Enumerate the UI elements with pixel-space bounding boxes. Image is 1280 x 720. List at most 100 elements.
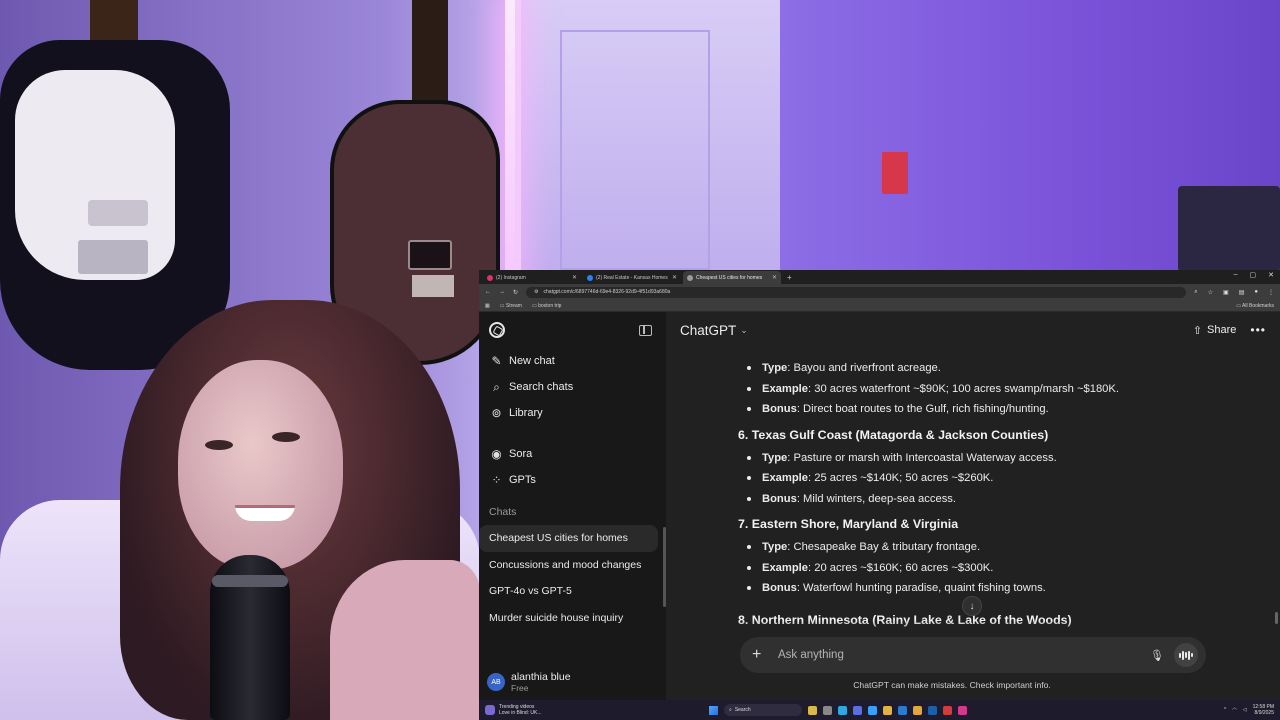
close-icon[interactable]: ✕ (772, 274, 777, 281)
steam-icon[interactable] (928, 705, 937, 715)
sidebar-top (479, 312, 666, 348)
site-info-icon[interactable]: ⚙ (534, 289, 538, 295)
chat-item[interactable]: Cheapest US cities for homes (479, 525, 658, 552)
composer: + 🎙 (740, 637, 1206, 673)
chatgpt-app: ✎ New chat ⌕ Search chats ⊚ Library ◉ So… (479, 312, 1280, 700)
sidebar-item-label: New chat (509, 355, 555, 367)
tab-chatgpt[interactable]: Cheapest US cities for homes ✕ (683, 271, 781, 284)
task-view-icon[interactable] (823, 705, 832, 715)
instagram-icon (487, 274, 493, 281)
bullet-key: Bonus (762, 403, 797, 415)
tab-label: Cheapest US cities for homes (696, 274, 763, 281)
chatgpt-favicon-icon (687, 274, 693, 281)
door-panel (560, 30, 710, 270)
microphone-icon[interactable]: 🎙 (1148, 649, 1166, 662)
obs-icon[interactable] (943, 705, 952, 715)
sidebar-item-library[interactable]: ⊚ Library (479, 400, 666, 426)
url-field[interactable]: ⚙ chatgpt.com/c/6897746d-69e4-8326-92d9-… (526, 286, 1187, 298)
tab-label: (2) Real Estate - Kansas Homes (596, 274, 668, 281)
chat-item[interactable]: GPT-4o vs GPT-5 (479, 578, 658, 605)
sidebar-item-sora[interactable]: ◉ Sora (479, 441, 666, 467)
maximize-icon[interactable]: ▢ (1250, 271, 1257, 279)
extensions-icon[interactable]: ▣ (1223, 289, 1229, 296)
share-icon: ⇧ (1192, 324, 1203, 337)
news-subtitle: Love in Blind: UK... (499, 710, 542, 716)
bullet-text: : Waterfowl hunting paradise, quaint fis… (796, 582, 1046, 594)
reload-icon[interactable]: ↻ (513, 289, 518, 296)
bullet-text: : Mild winters, deep-sea access. (796, 492, 956, 505)
address-bar: ← → ↻ ⚙ chatgpt.com/c/6897746d-69e4-8326… (479, 284, 1280, 300)
close-icon[interactable]: ✕ (572, 274, 577, 281)
model-selector[interactable]: ChatGPT ⌄ (680, 323, 748, 338)
app-icon[interactable] (958, 705, 967, 715)
folder-icon[interactable] (883, 705, 892, 715)
sidepanel-icon[interactable]: ▤ (1239, 289, 1245, 296)
close-icon[interactable]: ✕ (672, 274, 677, 281)
tray-chevron-icon[interactable]: ^ (1224, 707, 1226, 713)
guitar-bridge (78, 240, 148, 274)
sidebar-item-new-chat[interactable]: ✎ New chat (479, 348, 666, 374)
share-button[interactable]: ⇧ Share (1193, 324, 1237, 337)
clock[interactable]: 12:58 PM 8/9/2025 (1253, 704, 1274, 716)
profile-icon[interactable]: ● (1254, 289, 1258, 296)
user-menu[interactable]: AB alanthia blue Free (479, 664, 666, 700)
teams-icon[interactable] (853, 705, 862, 715)
edge-icon[interactable] (838, 705, 847, 715)
disclaimer-text: ChatGPT can make mistakes. Check importa… (853, 680, 1051, 690)
openai-logo-icon[interactable] (489, 322, 505, 338)
windows-start-icon[interactable] (709, 705, 718, 715)
bullet-text: : Direct boat routes to the Gulf, rich f… (796, 403, 1049, 415)
mail-icon[interactable] (898, 705, 907, 715)
header-actions: ⇧ Share ••• (1193, 323, 1266, 337)
chrome-icon[interactable] (913, 705, 922, 715)
chat-item[interactable]: Murder suicide house inquiry (479, 605, 658, 632)
bullet-key: Bonus (762, 492, 797, 505)
file-explorer-icon[interactable] (808, 705, 817, 715)
taskbar-news[interactable]: Trending videos Love in Blind: UK... (479, 704, 709, 716)
back-icon[interactable]: ← (485, 289, 491, 295)
bookmark-star-icon[interactable]: ☆ (1208, 289, 1213, 296)
chat-item[interactable]: Concussions and mood changes (479, 552, 658, 579)
waveform-bar (1182, 650, 1184, 660)
zoom-icon[interactable]: ⌕ (1194, 289, 1197, 296)
store-icon[interactable] (868, 705, 877, 715)
bookmark-stream[interactable]: ▭ Stream (500, 303, 522, 309)
person-shoulder (330, 560, 480, 720)
list-item: Example: 25 acres ~$140K; 50 acres ~$260… (738, 468, 1198, 489)
scroll-down-button[interactable]: ↓ (962, 596, 982, 616)
bookmark-boston-trip[interactable]: ▭ boston trip (532, 303, 561, 309)
minimize-icon[interactable]: – (1234, 271, 1238, 279)
sidebar-item-gpts[interactable]: ⁘ GPTs (479, 467, 666, 493)
wifi-icon[interactable]: ◠ (1232, 707, 1236, 713)
more-options-icon[interactable]: ••• (1250, 323, 1266, 337)
taskbar-search[interactable]: ⌕ Search (724, 704, 802, 716)
close-sidebar-icon[interactable] (639, 324, 652, 336)
neon-light (505, 0, 515, 272)
all-bookmarks[interactable]: ▭ All Bookmarks (1236, 303, 1274, 309)
sidebar-item-search-chats[interactable]: ⌕ Search chats (479, 374, 666, 400)
content-scrollbar[interactable] (1275, 612, 1278, 624)
close-window-icon[interactable]: ✕ (1268, 271, 1274, 279)
list-item: Type: Bayou and riverfront acreage. (738, 358, 1198, 379)
waveform-bar (1179, 652, 1181, 658)
search-icon: ⌕ (729, 707, 732, 713)
tab-real-estate[interactable]: (2) Real Estate - Kansas Homes ✕ (583, 271, 681, 284)
bullet-text: : Pasture or marsh with Intercoastal Wat… (787, 451, 1057, 464)
list-item: Bonus: Direct boat routes to the Gulf, r… (738, 399, 1198, 420)
volume-icon[interactable]: ◁ (1243, 707, 1247, 713)
prompt-input[interactable] (778, 649, 1148, 661)
share-label: Share (1207, 324, 1237, 336)
apps-icon[interactable]: ▦ (485, 303, 490, 309)
menu-icon[interactable]: ⋮ (1268, 289, 1274, 296)
voice-mode-button[interactable] (1174, 643, 1198, 667)
tab-instagram[interactable]: (2) Instagram ✕ (483, 271, 581, 284)
guitar-pickup (408, 240, 452, 270)
plus-icon[interactable]: + (752, 646, 768, 664)
assistant-message: Type: Bayou and riverfront acreage. Exam… (738, 358, 1198, 633)
forward-icon[interactable]: → (499, 289, 505, 295)
bullet-key: Example (762, 472, 809, 484)
bullet-text: : Chesapeake Bay & tributary frontage. (787, 541, 981, 553)
new-tab-button[interactable]: + (783, 271, 796, 284)
list-item: Bonus: Mild winters, deep-sea access. (738, 489, 1198, 510)
arrow-down-icon: ↓ (969, 600, 975, 612)
